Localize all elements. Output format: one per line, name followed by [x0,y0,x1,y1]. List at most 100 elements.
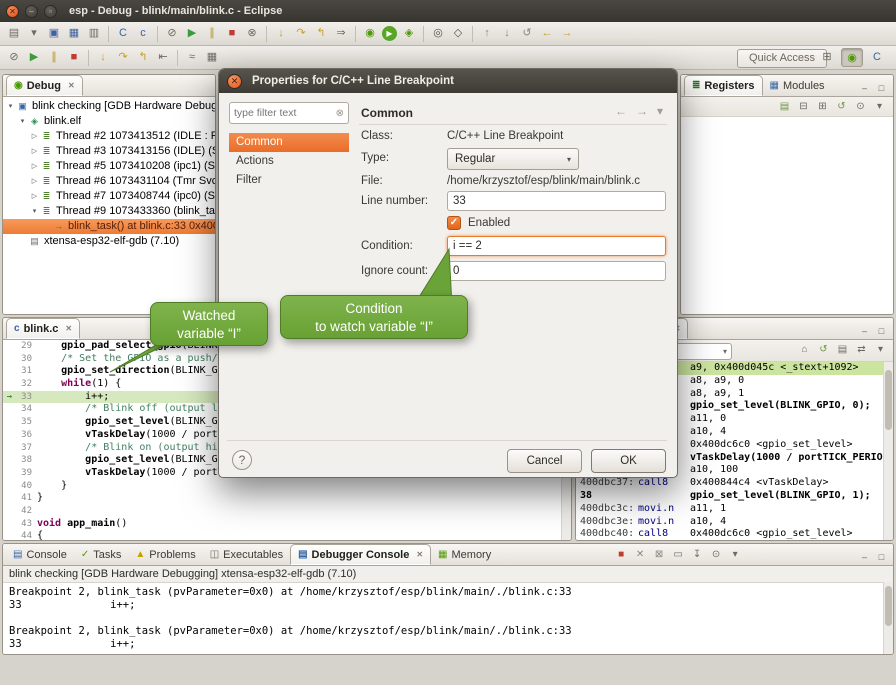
filter-input[interactable] [234,107,326,119]
quick-access-button[interactable]: Quick Access [737,49,827,68]
close-tab-icon[interactable]: ✕ [416,550,423,559]
line-number[interactable]: 43 [16,518,37,531]
step-return-icon[interactable]: ↰ [312,25,330,43]
forward-arrow-icon[interactable]: → [636,104,648,118]
remove-launch-icon[interactable]: ✕ [632,547,649,563]
debug-tree-item[interactable]: ▤xtensa-esp32-elf-gdb (7.10) [3,234,215,249]
home-icon[interactable]: ⌂ [796,342,813,358]
expand-arrow-icon[interactable]: ▷ [29,174,40,189]
debug-icon[interactable]: ◉ [361,25,379,43]
debug-perspective-icon[interactable]: ◉ [841,48,863,67]
dialog-nav-actions[interactable]: Actions [229,152,349,171]
open-console-icon[interactable]: ▾ [727,547,744,563]
pin-view-icon[interactable]: ⊙ [852,99,869,115]
tab-problems[interactable]: ▲Problems [128,544,202,565]
enabled-checkbox[interactable]: ✓ Enabled [447,216,510,230]
disassembly-line[interactable]: 400dbc40:call80x400dc6c0 <gpio_set_level… [576,528,883,540]
remove-all-launches-icon[interactable]: ⊠ [651,547,668,563]
new-c-project-icon[interactable]: C [114,25,132,43]
suspend-all-icon[interactable]: ∥ [45,49,63,67]
step-over-2-icon[interactable]: ↷ [114,49,132,67]
help-button[interactable]: ? [232,450,252,470]
view-menu-icon[interactable]: ▾ [872,342,889,358]
maximize-view-icon[interactable]: □ [875,83,888,93]
collapse-all-icon[interactable]: ⊟ [795,99,812,115]
disconnect-icon[interactable]: ⊗ [243,25,261,43]
debug-tree-item[interactable]: ▾▣blink checking [GDB Hardware Debug [3,99,215,114]
code-line[interactable]: 40 } [3,480,561,493]
tab-modules[interactable]: ▦Modules [763,75,832,96]
view-menu-icon[interactable]: ▾ [871,99,888,115]
line-number[interactable]: 40 [16,480,37,493]
step-into-2-icon[interactable]: ↓ [94,49,112,67]
type-dropdown[interactable]: Regular ▾ [447,148,579,170]
collapse-arrow-icon[interactable]: ▾ [5,99,16,114]
chevron-down-icon[interactable]: ▾ [723,347,727,356]
expand-all-icon[interactable]: ⊞ [814,99,831,115]
collapse-arrow-icon[interactable]: ▾ [17,114,28,129]
new-c-file-icon[interactable]: c [134,25,152,43]
window-close-icon[interactable]: ✕ [6,5,19,18]
disassembly-line[interactable]: 400dbc37:call80x400844c4 <vTaskDelay> [576,477,883,490]
debug-tree-item[interactable]: ▾≣Thread #9 1073433360 (blink_task [3,204,215,219]
minimize-view-icon[interactable]: – [858,83,871,93]
drop-to-frame-icon[interactable]: ⇤ [154,49,172,67]
tab-tasks[interactable]: ✓Tasks [74,544,129,565]
show-source-icon[interactable]: ▤ [834,342,851,358]
next-annotation-icon[interactable]: ↓ [498,25,516,43]
line-number[interactable]: 30 [16,353,37,366]
resume-all-icon[interactable]: ▶ [25,49,43,67]
resume-icon[interactable]: ▶ [183,25,201,43]
step-over-icon[interactable]: ↷ [292,25,310,43]
pin-console-icon[interactable]: ⊙ [708,547,725,563]
use-step-filters-icon[interactable]: ≈ [183,49,201,67]
expand-arrow-icon[interactable]: ▷ [29,129,40,144]
code-line[interactable]: 41} [3,492,561,505]
tab-executables[interactable]: ◫Executables [203,544,290,565]
clear-console-icon[interactable]: ▭ [670,547,687,563]
ignore-count-input[interactable] [447,261,666,281]
refresh-icon[interactable]: ↺ [815,342,832,358]
line-number[interactable]: 36 [16,429,37,442]
tab-console[interactable]: ▤Console [6,544,74,565]
line-number[interactable]: 41 [16,492,37,505]
line-number[interactable]: 29 [16,340,37,353]
tab-debugger-console[interactable]: ▤Debugger Console✕ [290,544,431,565]
debug-tree-item[interactable]: →blink_task() at blink.c:33 0x400db [3,219,215,234]
dialog-close-icon[interactable]: ✕ [227,74,242,89]
run-icon[interactable]: ▶ [382,26,397,41]
line-number[interactable]: 44 [16,530,37,540]
dialog-nav-filter[interactable]: Filter [229,171,349,190]
last-edit-location-icon[interactable]: ↺ [518,25,536,43]
skip-breakpoints-icon[interactable]: ⊘ [163,25,181,43]
debug-tree-item[interactable]: ▷≣Thread #2 1073413512 (IDLE : Runn [3,129,215,144]
search-icon[interactable]: ◎ [429,25,447,43]
tab-memory[interactable]: ▦Memory [431,544,498,565]
line-number[interactable]: 37 [16,442,37,455]
suspend-icon[interactable]: ∥ [203,25,221,43]
back-arrow-icon[interactable]: ← [615,104,627,118]
forward-icon[interactable]: → [558,25,576,43]
window-minimize-icon[interactable]: – [25,5,38,18]
console-scrollbar[interactable] [883,582,893,654]
code-line[interactable]: 44{ [3,530,561,540]
terminate-console-icon[interactable]: ■ [613,547,630,563]
refresh-icon[interactable]: ↺ [833,99,850,115]
code-line[interactable]: 42 [3,505,561,518]
window-maximize-icon[interactable]: ▫ [44,5,57,18]
expand-arrow-icon[interactable]: ▷ [29,159,40,174]
tab-blink-c[interactable]: c blink.c ✕ [6,318,80,339]
line-number[interactable]: 38 [16,454,37,467]
code-line[interactable]: 43void app_main() [3,518,561,531]
line-number[interactable]: 33 [16,391,37,404]
step-into-icon[interactable]: ↓ [272,25,290,43]
disassembly-scrollbar[interactable] [883,362,893,540]
disassembly-line[interactable]: 38gpio_set_level(BLINK_GPIO, 1); [576,490,883,503]
memory-view-icon[interactable]: ▦ [203,49,221,67]
save-icon[interactable]: ▣ [45,25,63,43]
open-perspective-icon[interactable]: ⊞ [816,48,838,67]
minimize-view-icon[interactable]: – [858,326,871,336]
expand-arrow-icon[interactable]: ▷ [29,144,40,159]
terminate-all-icon[interactable]: ■ [65,49,83,67]
debug-tree-item[interactable]: ▷≣Thread #3 1073413156 (IDLE) (Susp [3,144,215,159]
